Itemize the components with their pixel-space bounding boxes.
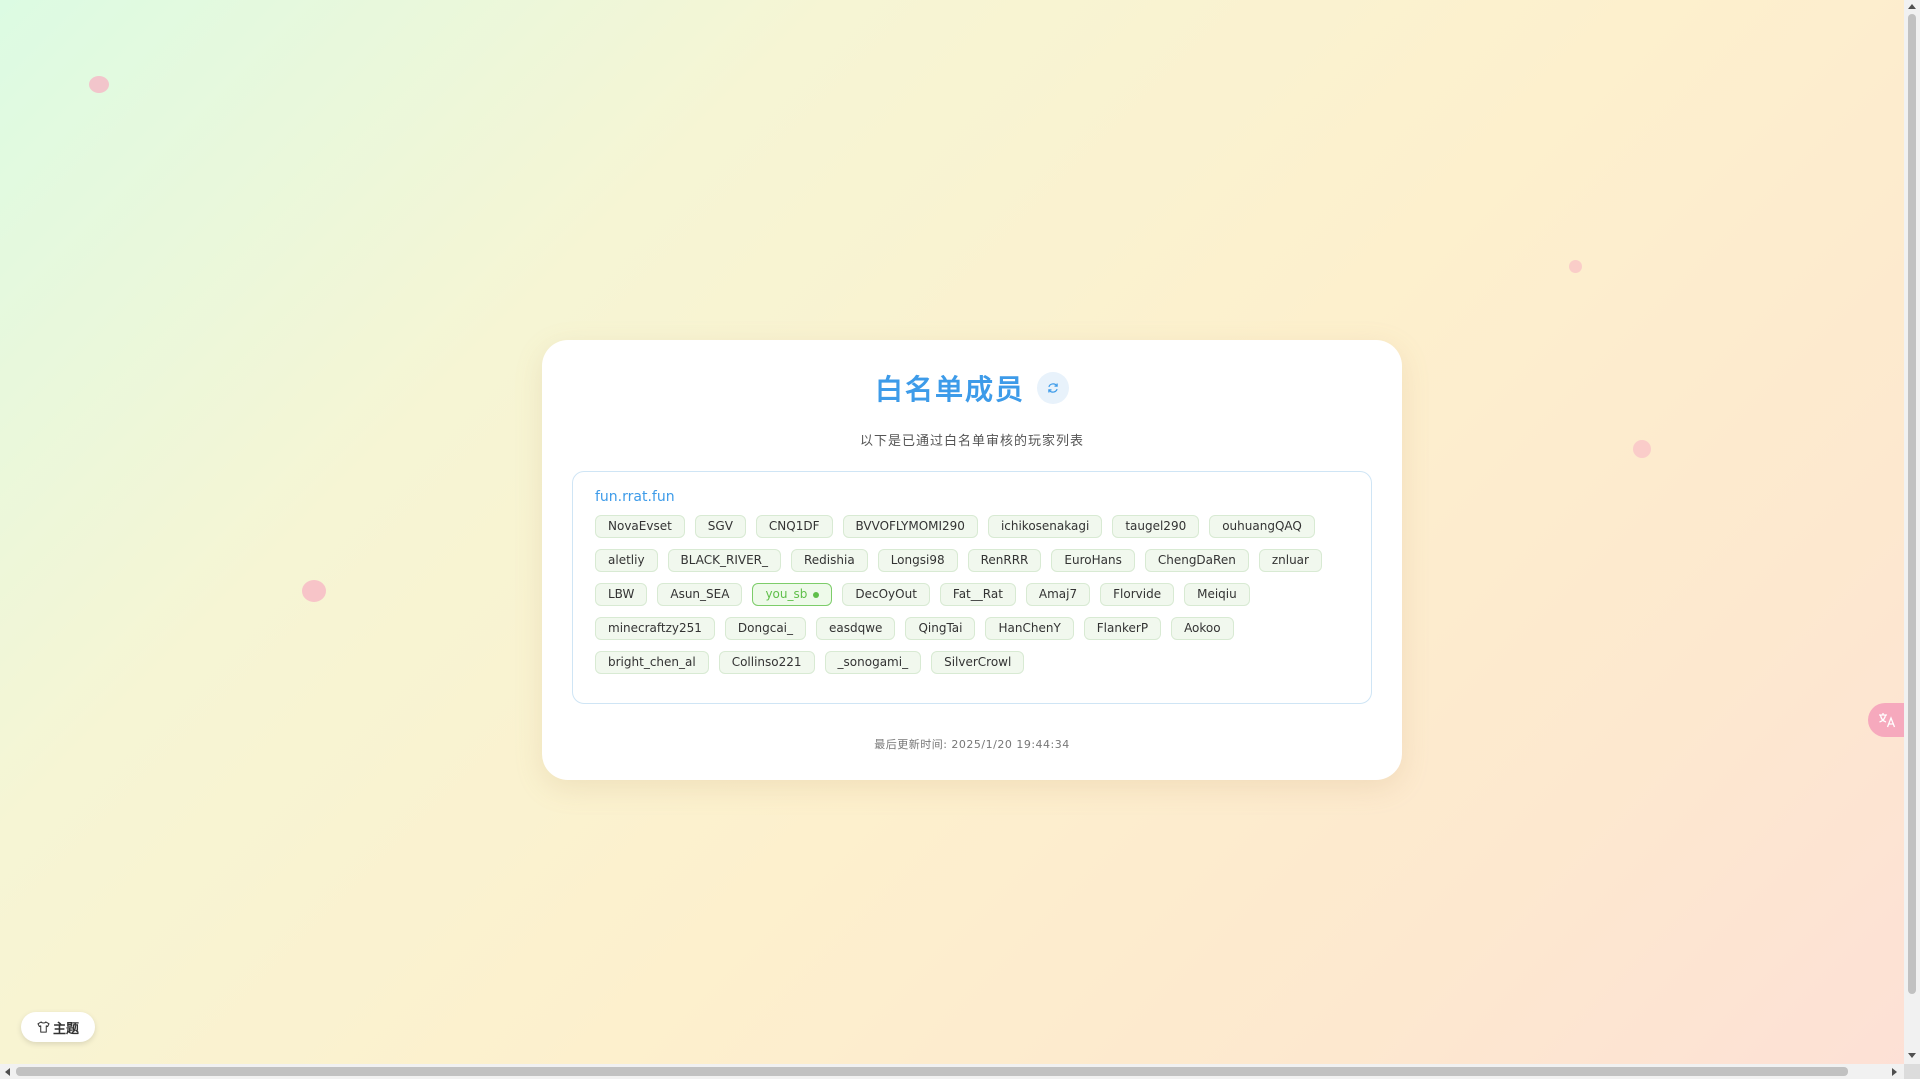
theme-button[interactable]: 主题 bbox=[21, 1012, 95, 1042]
decor-blob bbox=[1633, 440, 1651, 458]
translate-button[interactable] bbox=[1868, 703, 1906, 737]
player-name: LBW bbox=[608, 587, 635, 601]
player-name: znluar bbox=[1271, 553, 1309, 567]
server-section: fun.rrat.fun NovaEvset SGV CNQ1DF BVVOFLYMO… bbox=[572, 471, 1372, 704]
player-name: FlankerP bbox=[1096, 621, 1149, 635]
player-name: minecraftzy251 bbox=[608, 621, 702, 635]
player-tag-current[interactable]: you_sb bbox=[752, 583, 833, 606]
player-tag[interactable]: Aokoo bbox=[1171, 617, 1234, 640]
player-tag[interactable]: Dongcai_ bbox=[724, 617, 807, 640]
horizontal-scrollbar[interactable] bbox=[0, 1064, 1904, 1079]
player-tag[interactable]: taugel290 bbox=[1112, 515, 1200, 538]
player-name: _sonogami_ bbox=[837, 655, 909, 669]
player-name: Asun_SEA bbox=[670, 587, 730, 601]
player-tag[interactable]: DecOyOut bbox=[842, 583, 930, 606]
player-tag[interactable]: BVVOFLYMOMI290 bbox=[842, 515, 978, 538]
player-tag[interactable]: EuroHans bbox=[1051, 549, 1135, 572]
player-name: ouhuangQAQ bbox=[1222, 519, 1302, 533]
player-tag[interactable]: ouhuangQAQ bbox=[1209, 515, 1315, 538]
player-name: Florvide bbox=[1113, 587, 1162, 601]
scrollbar-corner bbox=[1904, 1064, 1920, 1079]
player-name: Dongcai_ bbox=[737, 621, 794, 635]
scroll-left-arrow-icon[interactable] bbox=[5, 1068, 10, 1076]
player-tag[interactable]: easdqwe bbox=[816, 617, 896, 640]
decor-blob bbox=[1569, 260, 1582, 273]
player-tag[interactable]: LBW bbox=[595, 583, 648, 606]
player-name: taugel290 bbox=[1125, 519, 1187, 533]
decor-blob bbox=[302, 580, 326, 602]
player-name: QingTai bbox=[918, 621, 963, 635]
player-tag[interactable]: Meiqiu bbox=[1184, 583, 1250, 606]
player-tag[interactable]: Amaj7 bbox=[1025, 583, 1091, 606]
player-tag[interactable]: Collinso221 bbox=[718, 651, 815, 674]
player-name: DecOyOut bbox=[855, 587, 917, 601]
current-player-indicator bbox=[813, 591, 820, 598]
player-name: easdqwe bbox=[829, 621, 883, 635]
player-name: Fat__Rat bbox=[952, 587, 1003, 601]
title-row: 白名单成员 bbox=[542, 368, 1402, 408]
player-tag[interactable]: SGV bbox=[694, 515, 746, 538]
player-tag[interactable]: minecraftzy251 bbox=[595, 617, 715, 640]
page-subtitle: 以下是已通过白名单审核的玩家列表 bbox=[859, 434, 1084, 449]
vertical-scroll-thumb[interactable] bbox=[1908, 14, 1916, 994]
player-tag[interactable]: _sonogami_ bbox=[824, 651, 922, 674]
player-name: Meiqiu bbox=[1197, 587, 1237, 601]
horizontal-scroll-thumb[interactable] bbox=[16, 1067, 1848, 1076]
player-name: SilverCrowl bbox=[944, 655, 1012, 669]
player-tag[interactable]: FlankerP bbox=[1083, 617, 1162, 640]
player-name: Aokoo bbox=[1184, 621, 1221, 635]
player-tag[interactable]: Longsi98 bbox=[877, 549, 958, 572]
player-name: you_sb bbox=[765, 587, 808, 601]
player-name: NovaEvset bbox=[608, 519, 672, 533]
player-tag[interactable]: bright_chen_al bbox=[595, 651, 709, 674]
player-tag[interactable]: HanChenY bbox=[985, 617, 1074, 640]
server-name: fun.rrat.fun bbox=[595, 489, 675, 505]
player-name: Amaj7 bbox=[1038, 587, 1078, 601]
player-name: SGV bbox=[707, 519, 733, 533]
player-name: Longsi98 bbox=[890, 553, 945, 567]
player-tag[interactable]: ChengDaRen bbox=[1144, 549, 1249, 572]
player-name: CNQ1DF bbox=[768, 519, 820, 533]
player-name: RenRRR bbox=[980, 553, 1029, 567]
decor-blob bbox=[89, 76, 109, 93]
player-tag[interactable]: CNQ1DF bbox=[755, 515, 833, 538]
player-tag[interactable]: ichikosenakagi bbox=[987, 515, 1103, 538]
player-name: Redishia bbox=[804, 553, 855, 567]
player-name: HanChenY bbox=[998, 621, 1061, 635]
player-tag[interactable]: znluar bbox=[1258, 549, 1322, 572]
player-name: BLACK_RIVER_ bbox=[680, 553, 768, 567]
page-title: 白名单成员 bbox=[874, 373, 1025, 406]
player-name: EuroHans bbox=[1064, 553, 1122, 567]
player-tag[interactable]: RenRRR bbox=[967, 549, 1042, 572]
shirt-icon bbox=[37, 1021, 50, 1033]
player-tag[interactable]: Asun_SEA bbox=[657, 583, 743, 606]
last-updated: 最后更新时间: 2025/1/20 19:44:34 bbox=[874, 738, 1070, 751]
translate-icon bbox=[1879, 713, 1896, 728]
whitelist-card: 白名单成员 以下是已通过白名单审核的玩家列表 fun.rrat.fun Nova… bbox=[542, 340, 1402, 780]
player-tag[interactable]: Redishia bbox=[791, 549, 868, 572]
player-tag-list: NovaEvset SGV CNQ1DF BVVOFLYMOMI290 ichikose… bbox=[595, 515, 1351, 674]
vertical-scrollbar[interactable] bbox=[1904, 0, 1920, 1064]
scroll-up-arrow-icon[interactable] bbox=[1908, 4, 1916, 9]
player-name: bright_chen_al bbox=[608, 655, 696, 669]
player-tag[interactable]: SilverCrowl bbox=[931, 651, 1025, 674]
player-name: ChengDaRen bbox=[1157, 553, 1236, 567]
scroll-right-arrow-icon[interactable] bbox=[1892, 1068, 1897, 1076]
player-tag[interactable]: Fat__Rat bbox=[939, 583, 1016, 606]
player-tag[interactable]: BLACK_RIVER_ bbox=[667, 549, 781, 572]
theme-button-label: 主题 bbox=[52, 1021, 79, 1037]
player-tag[interactable]: QingTai bbox=[905, 617, 976, 640]
player-name: ichikosenakagi bbox=[1000, 519, 1090, 533]
player-name: BVVOFLYMOMI290 bbox=[855, 519, 965, 533]
player-name: Collinso221 bbox=[731, 655, 802, 669]
scroll-down-arrow-icon[interactable] bbox=[1908, 1053, 1916, 1058]
refresh-icon bbox=[1048, 383, 1058, 393]
player-tag[interactable]: aletliy bbox=[595, 549, 658, 572]
refresh-button[interactable] bbox=[1037, 372, 1069, 404]
player-tag[interactable]: Florvide bbox=[1100, 583, 1175, 606]
player-tag[interactable]: NovaEvset bbox=[595, 515, 685, 538]
player-name: aletliy bbox=[608, 553, 645, 567]
